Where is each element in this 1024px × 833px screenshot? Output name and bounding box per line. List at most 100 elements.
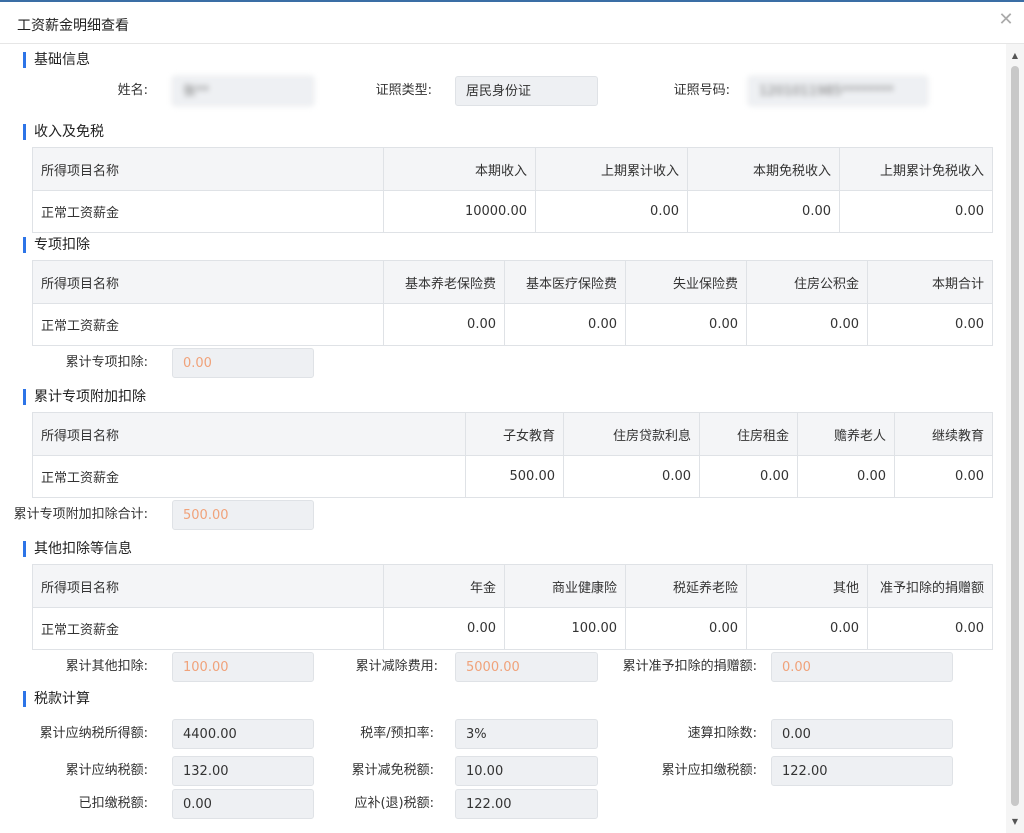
- table-cell: 0.00: [746, 303, 868, 346]
- table-cell: 0.00: [687, 190, 840, 233]
- table-header-cell: 本期合计: [867, 260, 993, 304]
- table-cell: 0.00: [894, 455, 993, 498]
- table-row: 正常工资薪金 10000.00 0.00 0.00 0.00: [32, 190, 993, 233]
- table-cell: 0.00: [504, 303, 626, 346]
- dialog-title: 工资薪金明细查看: [17, 18, 129, 34]
- reduce-fee-label: 累计减除费用:: [355, 659, 438, 674]
- taxable-income-field[interactable]: 4400.00: [172, 719, 314, 749]
- table-header-cell: 赡养老人: [797, 412, 895, 456]
- tax-rate-label: 税率/预扣率:: [360, 726, 434, 741]
- dialog-top-border: [0, 0, 1024, 2]
- special-total-label: 累计专项扣除:: [65, 355, 148, 370]
- scroll-down-arrow-icon[interactable]: ▼: [1006, 814, 1024, 830]
- section-special-deduction: 专项扣除: [23, 237, 90, 253]
- table-header-row: 所得项目名称 年金 商业健康险 税延养老险 其他 准予扣除的捐赠额: [32, 564, 993, 608]
- table-header-cell: 继续教育: [894, 412, 993, 456]
- table-header-cell: 住房租金: [699, 412, 798, 456]
- table-cell: 10000.00: [383, 190, 536, 233]
- vertical-scrollbar[interactable]: ▲ ▼: [1006, 44, 1024, 833]
- additional-total-label: 累计专项附加扣除合计:: [13, 507, 148, 522]
- table-header-row: 所得项目名称 子女教育 住房贷款利息 住房租金 赡养老人 继续教育: [32, 412, 993, 456]
- quick-deduction-field[interactable]: 0.00: [771, 719, 953, 749]
- table-cell: 0.00: [746, 607, 868, 650]
- table-cell: 正常工资薪金: [32, 607, 384, 650]
- reduce-fee-field[interactable]: 5000.00: [455, 652, 598, 682]
- special-total-field[interactable]: 0.00: [172, 348, 314, 378]
- table-header-cell: 年金: [383, 564, 505, 608]
- tax-refund-label: 应补(退)税额:: [354, 796, 434, 811]
- table-cell: 100.00: [504, 607, 626, 650]
- table-cell: 0.00: [383, 607, 505, 650]
- table-cell: 0.00: [797, 455, 895, 498]
- table-header-cell: 基本养老保险费: [383, 260, 505, 304]
- table-header-cell: 税延养老险: [625, 564, 747, 608]
- table-cell: 0.00: [867, 607, 993, 650]
- tax-paid-label: 已扣缴税额:: [78, 796, 148, 811]
- tax-withhold-label: 累计应扣缴税额:: [661, 763, 757, 778]
- scroll-up-arrow-icon[interactable]: ▲: [1006, 48, 1024, 64]
- table-header-cell: 本期收入: [383, 147, 536, 191]
- income-table: 所得项目名称 本期收入 上期累计收入 本期免税收入 上期累计免税收入 正常工资薪…: [32, 147, 993, 233]
- other-deduction-table: 所得项目名称 年金 商业健康险 税延养老险 其他 准予扣除的捐赠额 正常工资薪金…: [32, 564, 993, 650]
- table-header-cell: 所得项目名称: [32, 412, 466, 456]
- table-header-cell: 失业保险费: [625, 260, 747, 304]
- table-cell: 0.00: [535, 190, 688, 233]
- quick-deduction-label: 速算扣除数:: [687, 726, 757, 741]
- header-divider: [0, 43, 1024, 44]
- table-header-cell: 子女教育: [465, 412, 564, 456]
- table-cell: 0.00: [867, 303, 993, 346]
- table-row: 正常工资薪金 500.00 0.00 0.00 0.00 0.00: [32, 455, 993, 498]
- additional-total-field[interactable]: 500.00: [172, 500, 314, 530]
- table-cell: 500.00: [465, 455, 564, 498]
- id-type-label: 证照类型:: [375, 83, 432, 98]
- table-cell: 0.00: [563, 455, 700, 498]
- table-header-cell: 商业健康险: [504, 564, 626, 608]
- table-cell: 正常工资薪金: [32, 303, 384, 346]
- table-header-cell: 所得项目名称: [32, 564, 384, 608]
- table-header-cell: 上期累计收入: [535, 147, 688, 191]
- section-additional-deduction: 累计专项附加扣除: [23, 389, 146, 405]
- id-number-field[interactable]: 1201011985********: [748, 76, 928, 106]
- table-header-cell: 上期累计免税收入: [839, 147, 993, 191]
- table-cell: 0.00: [383, 303, 505, 346]
- table-cell: 正常工资薪金: [32, 455, 466, 498]
- table-header-row: 所得项目名称 基本养老保险费 基本医疗保险费 失业保险费 住房公积金 本期合计: [32, 260, 993, 304]
- section-income: 收入及免税: [23, 124, 104, 140]
- scroll-thumb[interactable]: [1011, 66, 1019, 806]
- other-total-field[interactable]: 100.00: [172, 652, 314, 682]
- id-type-field[interactable]: 居民身份证: [455, 76, 598, 106]
- name-field[interactable]: 张**: [172, 76, 314, 106]
- taxable-income-label: 累计应纳税所得额:: [39, 726, 148, 741]
- table-cell: 正常工资薪金: [32, 190, 384, 233]
- table-header-row: 所得项目名称 本期收入 上期累计收入 本期免税收入 上期累计免税收入: [32, 147, 993, 191]
- tax-payable-field[interactable]: 132.00: [172, 756, 314, 786]
- tax-paid-field[interactable]: 0.00: [172, 789, 314, 819]
- table-row: 正常工资薪金 0.00 0.00 0.00 0.00 0.00: [32, 303, 993, 346]
- tax-rate-field[interactable]: 3%: [455, 719, 598, 749]
- tax-refund-field[interactable]: 122.00: [455, 789, 598, 819]
- tax-payable-label: 累计应纳税额:: [65, 763, 148, 778]
- table-header-cell: 准予扣除的捐赠额: [867, 564, 993, 608]
- table-header-cell: 其他: [746, 564, 868, 608]
- table-header-cell: 基本医疗保险费: [504, 260, 626, 304]
- table-cell: 0.00: [625, 303, 747, 346]
- table-header-cell: 住房贷款利息: [563, 412, 700, 456]
- table-header-cell: 住房公积金: [746, 260, 868, 304]
- special-deduction-table: 所得项目名称 基本养老保险费 基本医疗保险费 失业保险费 住房公积金 本期合计 …: [32, 260, 993, 346]
- table-header-cell: 所得项目名称: [32, 260, 384, 304]
- close-icon[interactable]: ✕: [996, 10, 1016, 30]
- donation-total-label: 累计准予扣除的捐赠额:: [622, 659, 757, 674]
- other-total-label: 累计其他扣除:: [65, 659, 148, 674]
- table-cell: 0.00: [625, 607, 747, 650]
- section-other-deduction: 其他扣除等信息: [23, 541, 132, 557]
- table-header-cell: 所得项目名称: [32, 147, 384, 191]
- tax-withhold-field[interactable]: 122.00: [771, 756, 953, 786]
- table-cell: 0.00: [839, 190, 993, 233]
- table-cell: 0.00: [699, 455, 798, 498]
- donation-total-field[interactable]: 0.00: [771, 652, 953, 682]
- name-label: 姓名:: [117, 83, 148, 98]
- additional-deduction-table: 所得项目名称 子女教育 住房贷款利息 住房租金 赡养老人 继续教育 正常工资薪金…: [32, 412, 993, 498]
- tax-exempt-field[interactable]: 10.00: [455, 756, 598, 786]
- section-tax-calc: 税款计算: [23, 691, 90, 707]
- section-basic-info: 基础信息: [23, 52, 90, 68]
